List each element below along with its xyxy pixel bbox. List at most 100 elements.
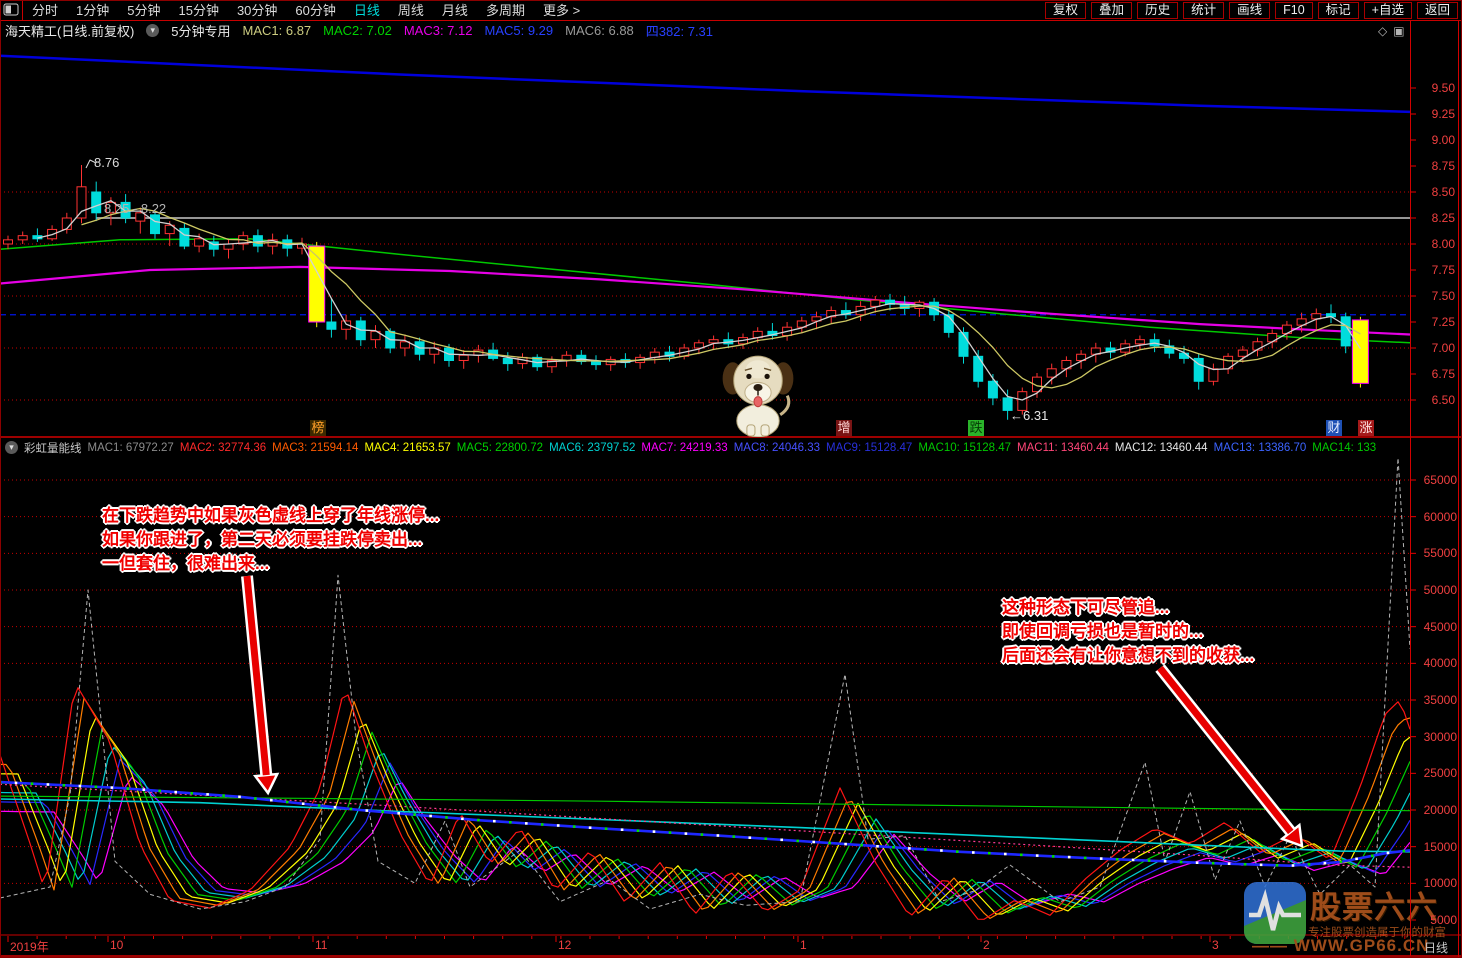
period-tab[interactable]: 更多 > bbox=[534, 1, 589, 20]
time-axis-label: 11 bbox=[315, 938, 327, 952]
volume-axis-label: 40000 bbox=[1411, 656, 1459, 670]
indicator-value: MAC8: 24046.33 bbox=[734, 442, 820, 454]
annotation-line: 一但套住，很难出来... bbox=[102, 552, 439, 576]
toolbar-buttons: 复权叠加历史统计画线 F10 标记 +自选返回 bbox=[1040, 2, 1462, 19]
period-tab[interactable]: 分时 bbox=[23, 1, 67, 20]
annotation-line: 后面还会有让你意想不到的收获... bbox=[1002, 644, 1254, 668]
indicator-value: MAC1: 67972.27 bbox=[88, 442, 174, 454]
indicator-value: MAC5: 22800.72 bbox=[457, 442, 543, 454]
period-tab[interactable]: 日线 bbox=[345, 1, 389, 20]
chevron-down-icon[interactable]: ▾ bbox=[146, 24, 159, 37]
low-price-label: ←6.31 bbox=[1010, 408, 1048, 423]
time-axis-label: 2019年 bbox=[10, 938, 49, 955]
indicator-value: MAC3: 7.12 bbox=[404, 23, 473, 38]
toolbar-button[interactable]: 标记 bbox=[1318, 2, 1359, 19]
period-tab[interactable]: 60分钟 bbox=[286, 1, 344, 20]
maximize-icon[interactable]: ▣ bbox=[1393, 24, 1404, 38]
peak-price-label: 8.76 bbox=[94, 155, 119, 170]
indicator-title: 彩虹量能线 bbox=[24, 440, 82, 455]
price-axis-label: 7.25 bbox=[1413, 315, 1458, 329]
marquee-char: 跌 bbox=[968, 420, 984, 436]
indicator-value: MAC1: 6.87 bbox=[243, 23, 312, 38]
annotation-line: 在下跌趋势中如果灰色虚线上穿了年线涨停... bbox=[102, 504, 439, 528]
indicator-value: MAC2: 32774.36 bbox=[180, 442, 266, 454]
period-tab[interactable]: 月线 bbox=[433, 1, 477, 20]
ma-magenta-line bbox=[0, 267, 1410, 335]
indicator-value: MAC7: 24219.33 bbox=[641, 442, 727, 454]
period-corner-label: 日线 bbox=[1424, 939, 1448, 956]
volume-axis-label: 65000 bbox=[1411, 473, 1459, 487]
window-layout-icon bbox=[3, 3, 19, 17]
top-menu-bar: 分时1分钟5分钟15分钟30分钟60分钟日线周线月线多周期更多 > 复权叠加历史… bbox=[0, 0, 1462, 21]
price-axis-label: 7.75 bbox=[1413, 263, 1458, 277]
indicator-value: MAC11: 13460.44 bbox=[1017, 442, 1109, 454]
indicator-value: 四382: 7.31 bbox=[646, 22, 713, 39]
diamond-icon[interactable]: ◇ bbox=[1378, 24, 1387, 38]
annotation-advice: 这种形态下可尽管追... 即使回调亏损也是暂时的... 后面还会有让你意想不到的… bbox=[1002, 596, 1254, 668]
period-tab[interactable]: 1分钟 bbox=[67, 1, 118, 20]
price-axis-label: 8.75 bbox=[1413, 159, 1458, 173]
right-edge-line bbox=[1458, 0, 1459, 958]
indicator-name: 5分钟专用 bbox=[171, 22, 230, 39]
chevron-down-icon[interactable]: ▾ bbox=[5, 441, 18, 454]
price-axis-label: 9.25 bbox=[1413, 107, 1458, 121]
indicator-value: MAC4: 21653.57 bbox=[364, 442, 450, 454]
period-tab[interactable]: 周线 bbox=[389, 1, 433, 20]
volume-axis-label: 35000 bbox=[1411, 693, 1459, 707]
upper-ref-lines bbox=[0, 218, 1410, 315]
toolbar-button[interactable]: +自选 bbox=[1364, 2, 1412, 19]
volume-axis-label: 15000 bbox=[1411, 840, 1459, 854]
candles bbox=[4, 165, 1369, 420]
time-axis-label: 1 bbox=[800, 938, 807, 952]
candle-ma-line bbox=[37, 201, 1360, 400]
price-axis-label: 9.50 bbox=[1413, 81, 1458, 95]
volume-axis-label: 30000 bbox=[1411, 730, 1459, 744]
volume-axis-label: 60000 bbox=[1411, 510, 1459, 524]
chart-canvas[interactable] bbox=[0, 0, 1462, 958]
volume-axis-label: 45000 bbox=[1411, 620, 1459, 634]
marquee-char: 财 bbox=[1326, 420, 1342, 436]
indicator-value: MAC10: 15128.47 bbox=[918, 442, 1011, 454]
price-axis-label: 6.75 bbox=[1413, 367, 1458, 381]
toolbar-button[interactable]: 复权 bbox=[1045, 2, 1086, 19]
price-axis-label: 9.00 bbox=[1413, 133, 1458, 147]
volume-axis-label: 25000 bbox=[1411, 766, 1459, 780]
indicator-value: MAC3: 21594.14 bbox=[272, 442, 358, 454]
price-axis-label: 7.00 bbox=[1413, 341, 1458, 355]
volume-axis-label: 50000 bbox=[1411, 583, 1459, 597]
volume-axis-label: 55000 bbox=[1411, 546, 1459, 560]
indicator-value: MAC2: 7.02 bbox=[323, 23, 392, 38]
axis-divider-line bbox=[1410, 20, 1411, 956]
magenta-dotted-line bbox=[0, 784, 1410, 867]
toolbar-button[interactable]: 统计 bbox=[1183, 2, 1224, 19]
time-axis-label: 12 bbox=[558, 938, 571, 952]
toolbar-button[interactable]: F10 bbox=[1275, 2, 1313, 19]
annotation-line: 即使回调亏损也是暂时的... bbox=[1002, 620, 1254, 644]
stock-title: 海天精工(日线.前复权) bbox=[5, 22, 134, 39]
toolbar-button[interactable]: 叠加 bbox=[1091, 2, 1132, 19]
period-tab[interactable]: 5分钟 bbox=[118, 1, 169, 20]
price-axis-label: 8.00 bbox=[1413, 237, 1458, 251]
lower-chart-header: ▾ 彩虹量能线 MAC1: 67972.27 MAC2: 32774.36 MAC3… bbox=[5, 440, 1408, 455]
time-axis: 2019年101112123 bbox=[0, 935, 1462, 956]
toolbar-button[interactable]: 返回 bbox=[1417, 2, 1458, 19]
volume-axis-label: 5000 bbox=[1411, 913, 1459, 927]
indicator-value: MAC12: 13460.44 bbox=[1115, 442, 1208, 454]
marquee-char: 增 bbox=[836, 420, 852, 436]
time-axis-label: 10 bbox=[110, 938, 123, 952]
time-axis-label: 2 bbox=[983, 938, 990, 952]
toolbar-button[interactable]: 历史 bbox=[1137, 2, 1178, 19]
price-axis-label: 8.50 bbox=[1413, 185, 1458, 199]
annual-trend-line bbox=[0, 56, 1410, 112]
price-axis-label: 7.50 bbox=[1413, 289, 1458, 303]
annotation-line: 如果你跟进了，第二天必须要挂跌停卖出... bbox=[102, 528, 439, 552]
period-tab[interactable]: 30分钟 bbox=[228, 1, 286, 20]
indicator-value: MAC9: 15128.47 bbox=[826, 442, 912, 454]
toolbar-button[interactable]: 画线 bbox=[1229, 2, 1270, 19]
period-tab[interactable]: 多周期 bbox=[477, 1, 534, 20]
indicator-value: MAC14: 133 bbox=[1312, 442, 1376, 454]
period-tab[interactable]: 15分钟 bbox=[169, 1, 227, 20]
window-layout-button[interactable] bbox=[0, 1, 23, 20]
indicator-value: MAC6: 6.88 bbox=[565, 23, 634, 38]
period-tabs: 分时1分钟5分钟15分钟30分钟60分钟日线周线月线多周期更多 > bbox=[23, 0, 589, 20]
